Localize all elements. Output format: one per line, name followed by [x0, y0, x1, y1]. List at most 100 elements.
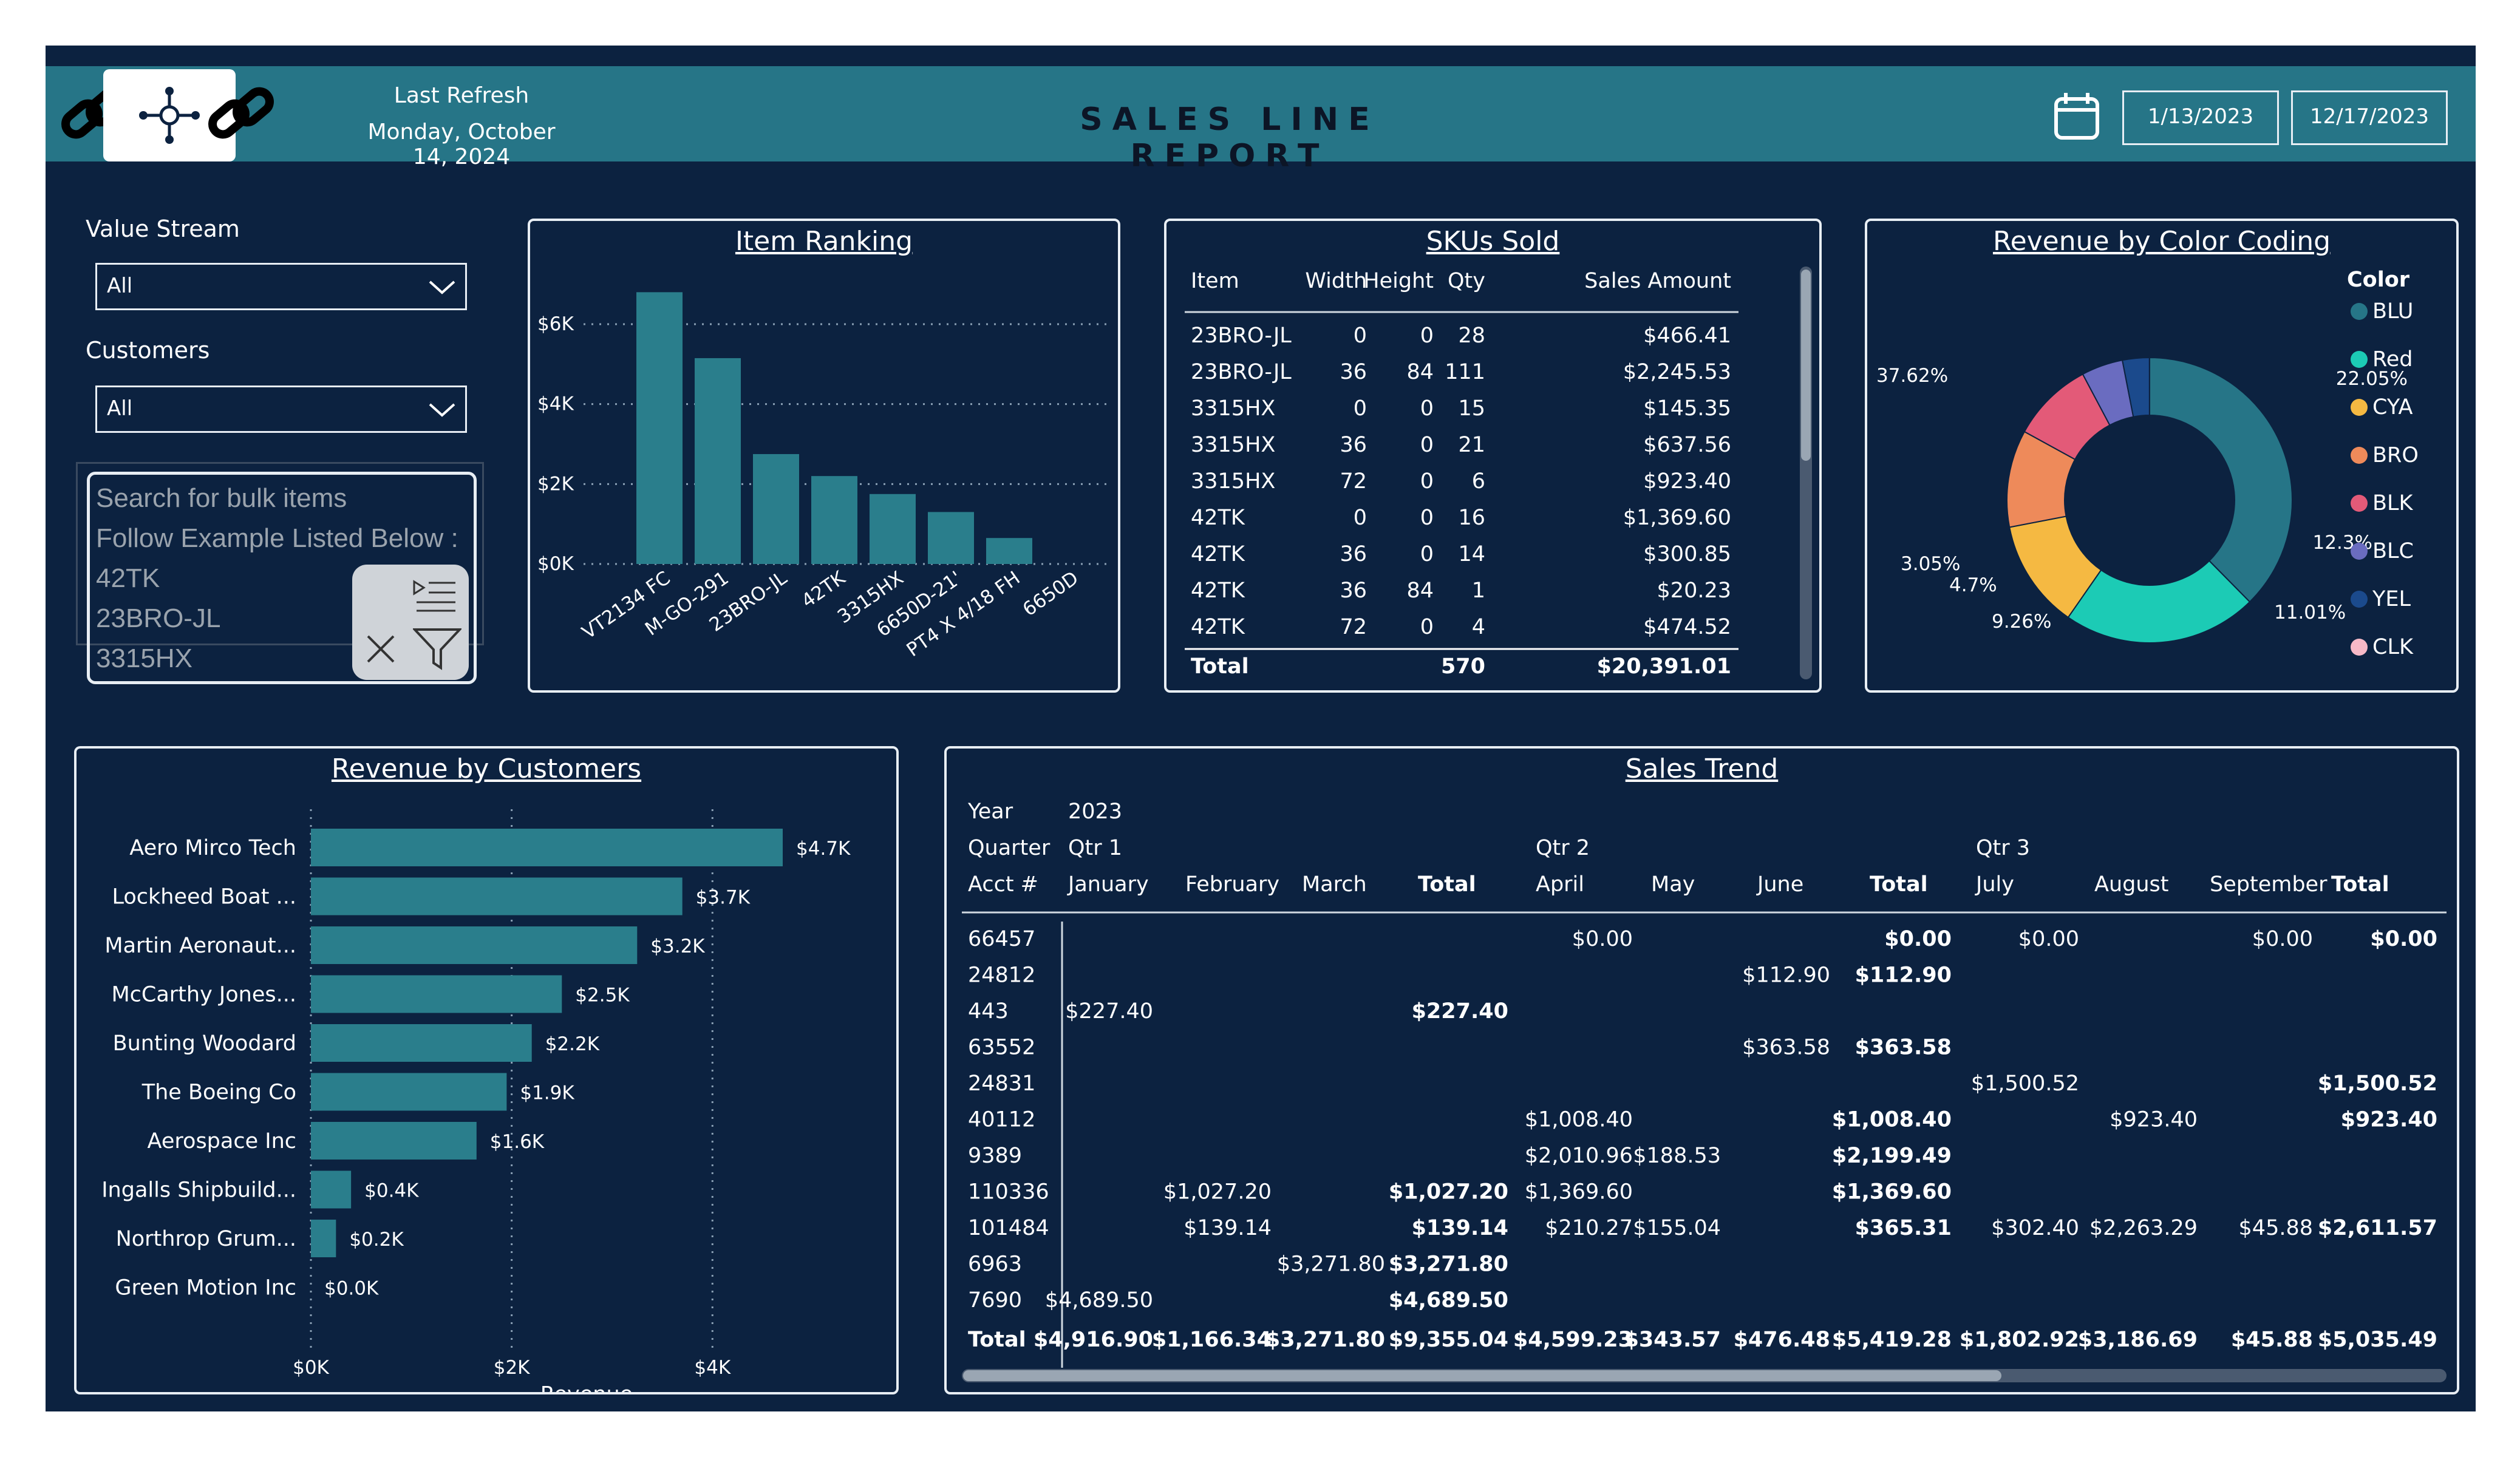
- data-label: $2.5K: [575, 985, 630, 1007]
- filter-icon[interactable]: [413, 628, 461, 670]
- table-cell: $112.90: [1742, 963, 1830, 988]
- customers-dropdown[interactable]: All: [95, 385, 467, 433]
- quarter-value: Qtr 1: [1068, 836, 1122, 860]
- table-cell: 42TK: [1191, 506, 1245, 530]
- total-cell: $5,035.49: [2318, 1328, 2437, 1352]
- year-label: Year: [967, 800, 1013, 824]
- value-stream-label: Value Stream: [86, 216, 240, 242]
- x-tick-label: 6650D: [1019, 567, 1083, 620]
- table-cell: 0: [1354, 324, 1367, 348]
- table-cell: $2,245.53: [1623, 360, 1731, 384]
- end-date-input[interactable]: 12/17/2023: [2291, 90, 2448, 145]
- category-label: Northrop Grum...: [116, 1227, 296, 1251]
- table-cell: 42TK: [1191, 615, 1245, 639]
- acct-cell: 110336: [968, 1180, 1049, 1204]
- bar: [311, 829, 783, 866]
- search-line: Search for bulk items: [96, 483, 347, 513]
- table-cell: $227.40: [1412, 999, 1508, 1024]
- total-cell: $476.48: [1734, 1328, 1830, 1352]
- acct-cell: 24831: [968, 1072, 1035, 1096]
- column-header: September: [2210, 872, 2328, 897]
- table-cell: 84: [1406, 579, 1434, 603]
- table-cell: $1,369.60: [1623, 506, 1731, 530]
- search-line: Follow Example Listed Below :: [96, 523, 458, 553]
- table-cell: $1,500.52: [2318, 1072, 2437, 1096]
- legend-label: YEL: [2372, 587, 2411, 611]
- chevron-down-icon: [429, 280, 455, 294]
- table-cell: $188.53: [1633, 1144, 1721, 1168]
- customers-label: Customers: [86, 337, 210, 364]
- table-cell: 16: [1458, 506, 1485, 530]
- chain-link-icon: [208, 87, 274, 139]
- table-cell: $2,263.29: [2089, 1216, 2198, 1240]
- bulk-search-input[interactable]: Search for bulk items Follow Example Lis…: [87, 472, 477, 684]
- total-cell: $343.57: [1624, 1328, 1721, 1352]
- bar: [753, 453, 799, 564]
- quarter-value: Qtr 2: [1536, 836, 1590, 860]
- list-icon[interactable]: [413, 578, 457, 612]
- legend-label: BLC: [2372, 539, 2414, 563]
- clear-icon[interactable]: [366, 634, 396, 664]
- year-value: 2023: [1068, 800, 1122, 824]
- table-cell: 23BRO-JL: [1191, 360, 1292, 384]
- color-coding-donut: 37.62% 22.05%12.3%11.01%9.26%4.7%3.05%Col…: [1876, 268, 2419, 659]
- chevron-down-icon: [429, 403, 455, 417]
- acct-cell: 6963: [968, 1252, 1022, 1277]
- table-cell: $1,008.40: [1832, 1108, 1952, 1132]
- total-cell: $1,166.34: [1152, 1328, 1272, 1352]
- column-header: Qty: [1448, 269, 1485, 293]
- value-stream-dropdown[interactable]: All: [95, 263, 467, 310]
- table-cell: $363.58: [1855, 1036, 1952, 1060]
- table-cell: $1,369.60: [1525, 1180, 1633, 1204]
- table-cell: $1,027.20: [1163, 1180, 1272, 1204]
- bar: [311, 926, 638, 964]
- legend-label: CLK: [2372, 635, 2414, 659]
- category-label: Aerospace Inc: [148, 1129, 296, 1153]
- table-cell: 0: [1354, 506, 1367, 530]
- x-tick-label: $0K: [293, 1357, 329, 1379]
- bar: [311, 1122, 477, 1160]
- table-cell: $210.27: [1545, 1216, 1633, 1240]
- data-label: $1.6K: [490, 1131, 545, 1153]
- total-cell: 570: [1441, 654, 1485, 679]
- table-cell: 3315HX: [1191, 469, 1275, 494]
- quarter-label: Quarter: [968, 836, 1051, 860]
- column-header: Height: [1363, 269, 1434, 293]
- start-date-input[interactable]: 1/13/2023: [2122, 90, 2279, 145]
- total-cell: $3,271.80: [1265, 1328, 1385, 1352]
- table-cell: 4: [1472, 615, 1485, 639]
- h-scrollbar-thumb: [963, 1370, 2001, 1381]
- table-cell: $3,271.80: [1389, 1252, 1508, 1277]
- column-header: July: [1975, 872, 2014, 897]
- y-tick-label: $6K: [537, 313, 574, 335]
- table-cell: 23BRO-JL: [1191, 324, 1292, 348]
- table-cell: $145.35: [1643, 396, 1731, 421]
- bar: [986, 538, 1032, 564]
- legend-title: Color: [2347, 268, 2410, 292]
- table-cell: $0.00: [2018, 927, 2079, 951]
- acct-cell: 63552: [968, 1036, 1035, 1060]
- total-cell: $45.88: [2231, 1328, 2313, 1352]
- search-actions: [352, 565, 469, 680]
- table-cell: 0: [1420, 396, 1434, 421]
- data-label: 37.62%: [1876, 365, 1948, 387]
- total-cell: $4,916.90: [1034, 1328, 1153, 1352]
- table-cell: 6: [1472, 469, 1485, 494]
- data-label: $3.2K: [650, 936, 705, 957]
- table-cell: $227.40: [1065, 999, 1153, 1024]
- y-tick-label: $0K: [537, 553, 574, 575]
- column-header: January: [1067, 872, 1149, 897]
- legend-swatch: [2351, 399, 2368, 416]
- bar: [811, 476, 857, 564]
- table-cell: $302.40: [1991, 1216, 2079, 1240]
- table-cell: $4,689.50: [1389, 1288, 1508, 1313]
- table-cell: $155.04: [1633, 1216, 1721, 1240]
- table-cell: 42TK: [1191, 542, 1245, 566]
- calendar-icon[interactable]: [2052, 90, 2101, 141]
- bar: [311, 1220, 336, 1257]
- total-cell: $1,802.92: [1960, 1328, 2079, 1352]
- column-header: February: [1185, 872, 1279, 897]
- legend-label: CYA: [2372, 395, 2413, 419]
- color-coding-panel: Revenue by Color Coding 37.62% 22.05% 12.3…: [1865, 219, 2459, 693]
- customers-chart: $0K $2K $4K Revenue Aero Mirco Tech $4.7K Lock…: [101, 809, 851, 1392]
